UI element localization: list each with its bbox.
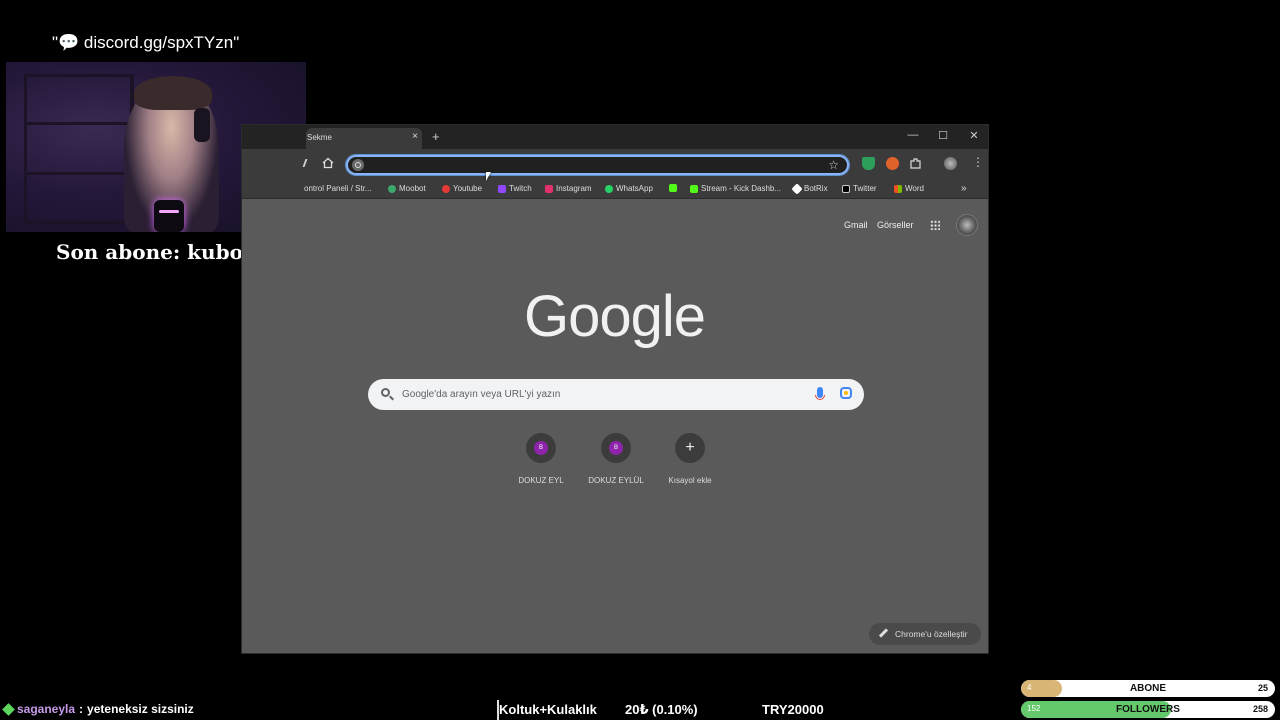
webcam-hair (134, 76, 212, 110)
webcam-shelf (24, 74, 134, 224)
shortcut-icon: B (601, 433, 631, 463)
customize-chrome-button[interactable]: Chrome'u özelleştir (869, 623, 981, 645)
shortcut-dokuz-eyl[interactable]: B DOKUZ EYL (501, 433, 581, 485)
new-tab-button[interactable]: + (432, 129, 440, 144)
bookmark-kick-dashboard[interactable]: Stream - Kick Dashb... (690, 184, 781, 193)
followers-label: FOLLOWERS (1116, 704, 1180, 715)
bookmark-twitch[interactable]: Twitch (498, 184, 532, 193)
chat-message: saganeyla : yeteneksiz sizsiniz (2, 702, 194, 716)
profile-avatar-icon[interactable] (944, 157, 957, 170)
home-icon[interactable] (322, 157, 334, 169)
instagram-icon (545, 184, 553, 193)
menu-kebab-icon[interactable]: ⋮ (972, 155, 984, 169)
chat-badge-icon (2, 702, 15, 716)
shortcut-dokuz-eylul[interactable]: B DOKUZ EYLÜL (576, 433, 656, 485)
title-bar: Sekme × + — ☐ ✕ (242, 125, 988, 149)
chat-text: yeteneksiz sizsiniz (87, 702, 194, 716)
bookmark-kick[interactable] (669, 184, 680, 192)
search-icon (381, 388, 390, 397)
search-box[interactable]: Google'da arayın veya URL'yi yazın (368, 379, 864, 410)
apps-grid-icon[interactable] (930, 220, 940, 230)
tab-close-icon[interactable]: × (412, 131, 418, 142)
bookmark-twitter[interactable]: Twitter (842, 184, 877, 193)
donation-goal-title: Koltuk+Kulaklık (499, 702, 597, 717)
voice-search-icon[interactable] (815, 387, 825, 400)
bookmark-instagram[interactable]: Instagram (545, 184, 592, 193)
mouse-cursor (486, 172, 491, 181)
extension-orange-icon[interactable] (886, 157, 899, 170)
add-icon: + (675, 433, 705, 463)
bookmark-star-icon[interactable]: ☆ (828, 158, 839, 172)
twitch-icon (498, 184, 506, 193)
bookmarks-bar: ontrol Paneli / Str... Moobot Youtube Tw… (242, 181, 988, 199)
kick-icon (669, 184, 677, 192)
tab-title: Sekme (307, 133, 332, 142)
bookmarks-overflow-icon[interactable]: » (961, 183, 967, 194)
close-window-button[interactable]: ✕ (967, 129, 981, 142)
microphone-icon (154, 200, 184, 232)
google-lens-icon[interactable] (840, 387, 852, 399)
gmail-link[interactable]: Gmail (844, 220, 868, 230)
shortcut-label: Kısayol ekle (668, 476, 712, 485)
bookmark-youtube[interactable]: Youtube (442, 184, 482, 193)
bookmark-whatsapp[interactable]: WhatsApp (605, 184, 653, 193)
bookmark-control-panel[interactable]: ontrol Paneli / Str... (304, 184, 372, 193)
chat-username: saganeyla (17, 702, 76, 716)
google-account-avatar[interactable] (956, 214, 978, 236)
search-icon (352, 159, 364, 171)
kick-dashboard-icon (690, 184, 698, 193)
browser-toolbar: ☆ ⋮ (242, 149, 988, 181)
images-link[interactable]: Görseller (877, 220, 914, 230)
donation-goal-progress: 20₺ (0.10%) (625, 702, 698, 717)
add-shortcut-button[interactable]: + Kısayol ekle (650, 433, 730, 485)
subs-target: 25 (1257, 683, 1268, 693)
bookmark-moobot[interactable]: Moobot (388, 184, 426, 193)
tab-new-tab[interactable]: Sekme × (306, 128, 422, 149)
maximize-button[interactable]: ☐ (936, 129, 950, 142)
shortcut-label: DOKUZ EYLÜL (588, 476, 644, 485)
youtube-icon (442, 184, 450, 193)
headphone-icon (194, 108, 210, 142)
shortcut-label: DOKUZ EYL (518, 476, 564, 485)
donation-goal-target: TRY20000 (762, 702, 824, 717)
followers-target: 258 (1252, 704, 1268, 714)
extensions-puzzle-icon[interactable] (909, 157, 922, 170)
subs-label: ABONE (1129, 683, 1167, 694)
shortcut-icon: B (526, 433, 556, 463)
minimize-button[interactable]: — (906, 129, 920, 141)
back-icon[interactable] (302, 159, 312, 167)
word-icon (894, 184, 902, 193)
browser-window: Sekme × + — ☐ ✕ ☆ ⋮ ontrol Paneli / Str.… (241, 124, 989, 654)
whatsapp-icon (605, 184, 613, 193)
botrix-icon (791, 182, 803, 195)
chat-separator: : (79, 702, 84, 716)
search-placeholder: Google'da arayın veya URL'yi yazın (402, 389, 561, 400)
bookmark-word[interactable]: Word (894, 184, 924, 193)
discord-text: "💬 discord.gg/spxTYzn" (52, 33, 240, 52)
google-logo: Google (524, 284, 706, 349)
address-bar[interactable]: ☆ (345, 154, 850, 176)
followers-goal-bar: 152 FOLLOWERS 258 (1021, 701, 1275, 718)
discord-link: "💬 discord.gg/spxTYzn" (52, 33, 239, 53)
moobot-icon (388, 184, 396, 193)
x-icon (842, 184, 850, 193)
bookmark-botrix[interactable]: BotRix (791, 182, 828, 195)
shield-extension-icon[interactable] (862, 157, 875, 170)
subs-goal-bar: 4 ABONE 25 (1021, 680, 1275, 697)
pencil-icon (878, 628, 889, 638)
